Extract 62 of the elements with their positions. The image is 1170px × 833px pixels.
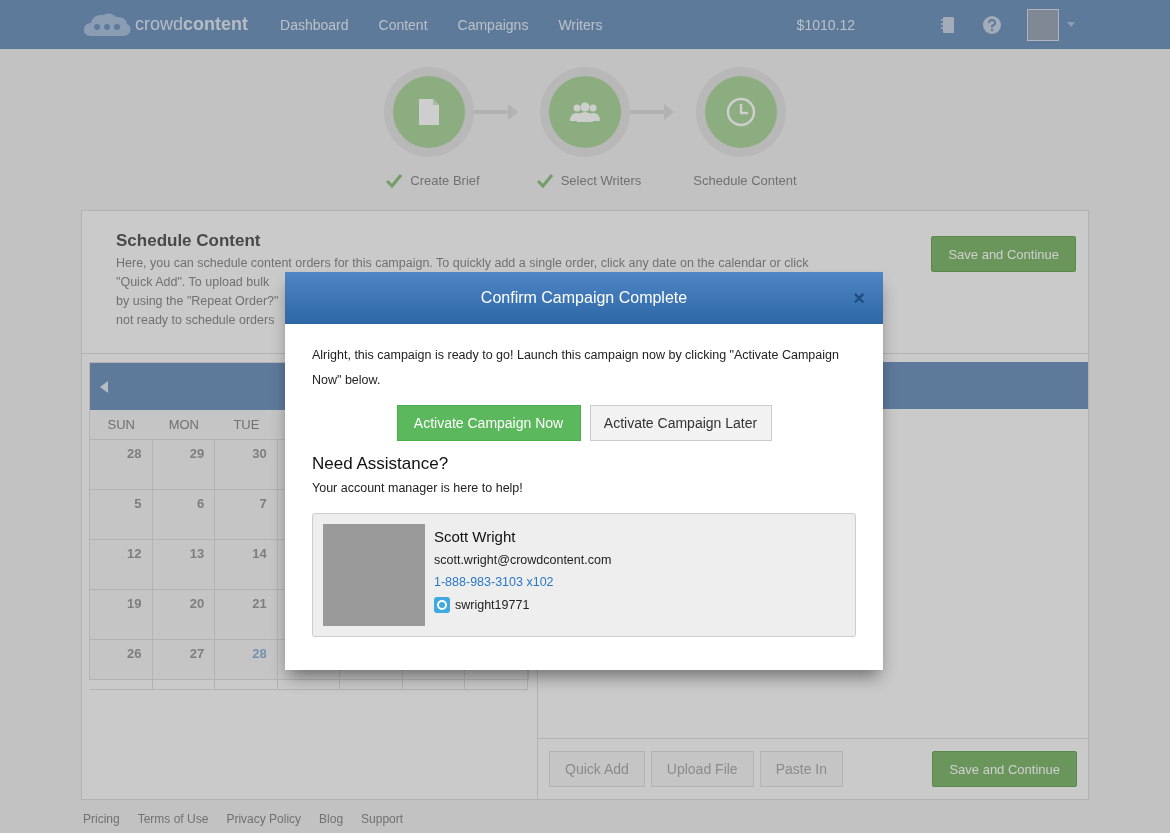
assistance-heading: Need Assistance? xyxy=(312,454,450,474)
assistance-text: Your account manager is here to help! xyxy=(312,481,524,495)
account-balance: $1010.12 xyxy=(796,16,855,33)
modal-message: Alright, this campaign is ready to go! Launch this campaign now by clicking "Activate Campaign Now" below. xyxy=(312,347,840,389)
skype-username: swright19771 xyxy=(455,598,530,612)
nav-link[interactable]: Campaigns xyxy=(457,16,529,33)
description-text: "Quick Add". To upload bulk xyxy=(116,274,270,291)
document-icon xyxy=(419,99,439,125)
step-label: Select Writers xyxy=(560,173,642,188)
manager-email: scott.wright@crowdcontent.com xyxy=(434,553,612,567)
save-continue-button[interactable]: Save and Continue xyxy=(931,236,1076,272)
calendar-day[interactable]: 14 xyxy=(252,546,267,561)
toolbar-button[interactable]: Quick Add xyxy=(549,751,645,787)
activate-later-button[interactable]: Activate Campaign Later xyxy=(589,405,772,441)
modal-title: Confirm Campaign Complete xyxy=(480,289,688,307)
description-text: by using the "Repeat Order?" xyxy=(116,293,279,310)
calendar-day[interactable]: 29 xyxy=(189,446,205,461)
weekday-label: MON xyxy=(152,410,216,440)
calendar-day[interactable]: 20 xyxy=(189,596,205,611)
calendar-day[interactable]: 28 xyxy=(252,646,267,661)
toolbar-button[interactable]: Upload File xyxy=(650,751,754,787)
calendar-day[interactable]: 21 xyxy=(252,596,267,611)
people-icon xyxy=(569,102,601,122)
calendar-day[interactable]: 7 xyxy=(259,496,267,511)
calendar-day[interactable]: 5 xyxy=(134,496,142,511)
toolbar-button[interactable]: Paste In xyxy=(759,751,844,787)
calendar-day[interactable]: 6 xyxy=(196,496,205,511)
calendar-day[interactable]: 12 xyxy=(127,546,142,561)
step-label: Create Brief xyxy=(410,173,480,188)
section-title: Schedule Content xyxy=(116,231,262,251)
footer-link[interactable]: Blog xyxy=(319,812,344,826)
step-label: Schedule Content xyxy=(693,173,797,188)
weekday-label: TUE xyxy=(215,410,278,440)
calendar-day[interactable]: 19 xyxy=(127,596,142,611)
avatar-placeholder[interactable] xyxy=(1027,8,1059,41)
footer-link[interactable]: Terms of Use xyxy=(137,812,209,826)
nav-link[interactable]: Dashboard xyxy=(280,16,349,33)
clock-icon xyxy=(726,97,756,127)
nav-link[interactable]: Content xyxy=(378,16,428,33)
calendar-day[interactable]: 28 xyxy=(127,446,142,461)
weekday-label: SUN xyxy=(90,410,153,440)
nav-link[interactable]: Writers xyxy=(558,16,603,33)
left-arrow-icon[interactable] xyxy=(100,380,108,393)
help-icon[interactable] xyxy=(982,14,1002,35)
chat-icon xyxy=(434,597,450,613)
footer-link[interactable]: Privacy Policy xyxy=(226,812,302,826)
manager-name: Scott Wright xyxy=(434,528,517,545)
caret-icon[interactable] xyxy=(1067,22,1075,27)
description-text: not ready to schedule orders xyxy=(116,312,275,329)
phone-link[interactable]: 1-888-983-3103 x102 xyxy=(434,575,612,589)
footer-link[interactable]: Pricing xyxy=(83,812,120,826)
calendar-day[interactable]: 13 xyxy=(189,546,205,561)
calendar-day[interactable]: 27 xyxy=(189,646,205,661)
save-continue-button[interactable]: Save and Continue xyxy=(932,751,1077,787)
footer-link[interactable]: Support xyxy=(361,812,404,826)
description-text: Here, you can schedule content orders for this campaign. To quickly add a single order, click any date on the calendar or click xyxy=(116,255,809,272)
calendar-day[interactable]: 30 xyxy=(252,446,267,461)
close-button[interactable]: × xyxy=(853,288,865,308)
calendar-day[interactable]: 26 xyxy=(127,646,142,661)
logo-text[interactable]: crowdcontent xyxy=(135,14,248,35)
activate-now-button[interactable]: Activate Campaign Now xyxy=(396,405,581,441)
notebook-icon[interactable] xyxy=(941,15,955,34)
